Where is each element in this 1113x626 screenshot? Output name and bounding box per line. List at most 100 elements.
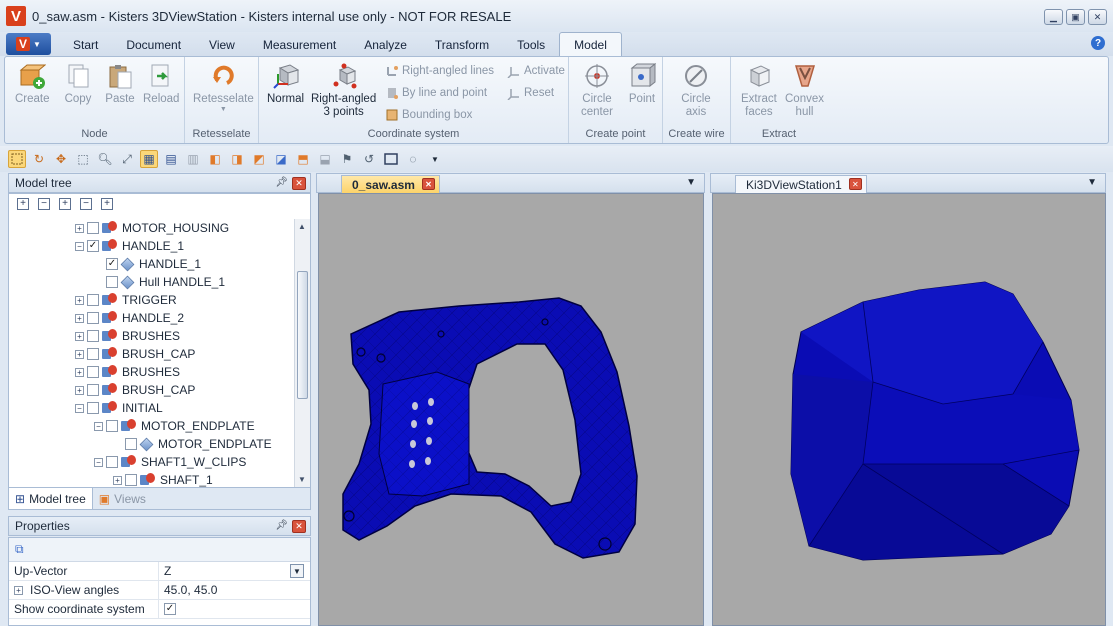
visibility-checkbox[interactable]: ✓ <box>87 240 99 252</box>
toolbar-more-icon[interactable]: ▼ <box>426 150 444 168</box>
property-row[interactable]: Show coordinate system ✓ <box>9 600 310 619</box>
pan-tool-icon[interactable]: ✥ <box>52 150 70 168</box>
expand-node-icon[interactable]: + <box>75 385 84 395</box>
visibility-checkbox[interactable] <box>106 420 118 432</box>
expand-icon[interactable]: + <box>14 585 23 595</box>
tab-model[interactable]: Model <box>559 32 622 56</box>
tree-node[interactable]: + SHAFT_1 <box>9 471 294 487</box>
expand-node-icon[interactable]: + <box>75 367 84 377</box>
viewport-tab-0-saw[interactable]: 0_saw.asm ✕ <box>341 175 440 193</box>
by-line-and-point-button[interactable]: By line and point <box>385 86 487 100</box>
minimize-button[interactable]: ▁ <box>1044 9 1063 25</box>
collapse-all-icon[interactable]: − <box>38 198 50 210</box>
bounding-box-button[interactable]: Bounding box <box>385 108 472 122</box>
expand-level-icon[interactable]: + <box>59 198 71 210</box>
tree-node[interactable]: − ✓ HANDLE_1 <box>9 237 294 255</box>
point-button[interactable]: Point <box>627 61 657 106</box>
visibility-checkbox[interactable] <box>87 402 99 414</box>
flag-icon[interactable]: ⚑ <box>338 150 356 168</box>
show-coordinate-system-checkbox[interactable]: ✓ <box>164 603 176 615</box>
circle-axis-button[interactable]: Circle axis <box>681 61 711 119</box>
select-tool-icon[interactable] <box>8 150 26 168</box>
right-angled-lines-button[interactable]: Right-angled lines <box>385 64 494 78</box>
select-faces-icon[interactable]: ▤ <box>162 150 180 168</box>
expand-node-icon[interactable]: + <box>75 313 84 323</box>
expand-selected-icon[interactable]: + <box>101 198 113 210</box>
tab-transform[interactable]: Transform <box>421 34 503 56</box>
retesselate-button[interactable]: Retesselate ▼ <box>193 61 254 113</box>
visibility-checkbox[interactable] <box>87 348 99 360</box>
tree-node[interactable]: − INITIAL <box>9 399 294 417</box>
properties-sort-icon[interactable]: ⧉ <box>15 542 24 557</box>
select-parts-icon[interactable]: ▦ <box>140 150 158 168</box>
right-angled-3-points-button[interactable]: Right-angled 3 points <box>311 61 376 119</box>
scrollbar-thumb[interactable] <box>297 271 308 399</box>
rotate-tool-icon[interactable]: ↻ <box>30 150 48 168</box>
close-panel-icon[interactable]: ✕ <box>292 177 306 190</box>
reset-button[interactable]: Reset <box>507 86 554 100</box>
close-button[interactable]: ✕ <box>1088 9 1107 25</box>
viewport-3d-left[interactable] <box>318 193 704 626</box>
tab-view[interactable]: View <box>195 34 249 56</box>
tab-list-dropdown-icon[interactable]: ▼ <box>1087 177 1097 188</box>
tree-node[interactable]: + BRUSH_CAP <box>9 345 294 363</box>
help-icon[interactable]: ? <box>1091 36 1105 50</box>
reload-button[interactable]: Reload <box>143 61 179 106</box>
pin-icon[interactable]: 📌︎ <box>275 177 288 188</box>
viewport-3d-right[interactable] <box>712 193 1106 626</box>
tree-node[interactable]: + BRUSHES <box>9 363 294 381</box>
dropdown-arrow-icon[interactable]: ▼ <box>290 564 304 578</box>
tree-node[interactable]: + BRUSH_CAP <box>9 381 294 399</box>
visibility-checkbox[interactable] <box>106 456 118 468</box>
extract-faces-button[interactable]: Extract faces <box>741 61 777 119</box>
paste-button[interactable]: Paste <box>105 61 135 106</box>
tab-model-tree[interactable]: ⊞ Model tree <box>9 488 93 509</box>
property-row[interactable]: Up-Vector Z ▼ <box>9 562 310 581</box>
expand-node-icon[interactable]: + <box>75 223 84 233</box>
circle-center-button[interactable]: Circle center <box>581 61 613 119</box>
app-icon[interactable]: V <box>6 6 26 26</box>
tree-node[interactable]: + MOTOR_HOUSING <box>9 219 294 237</box>
visibility-checkbox[interactable] <box>87 222 99 234</box>
close-tab-icon[interactable]: ✕ <box>421 178 435 190</box>
tab-document[interactable]: Document <box>112 34 195 56</box>
visibility-checkbox[interactable] <box>87 330 99 342</box>
expand-node-icon[interactable]: + <box>75 331 84 341</box>
activate-button[interactable]: Activate <box>507 64 565 78</box>
tree-scrollbar[interactable]: ▲ ▼ <box>294 219 310 487</box>
visibility-checkbox[interactable] <box>87 366 99 378</box>
property-row[interactable]: + ISO-View angles 45.0, 45.0 <box>9 581 310 600</box>
close-tab-icon[interactable]: ✕ <box>848 178 862 190</box>
maximize-button[interactable]: ▣ <box>1066 9 1085 25</box>
tree-node[interactable]: − MOTOR_ENDPLATE <box>9 417 294 435</box>
visibility-checkbox[interactable] <box>87 384 99 396</box>
view-top-icon[interactable]: ⬒ <box>294 150 312 168</box>
tree-node[interactable]: ✓ HANDLE_1 <box>9 255 294 273</box>
tree-node[interactable]: + HANDLE_2 <box>9 309 294 327</box>
view-back-icon[interactable]: ◨ <box>228 150 246 168</box>
tab-list-dropdown-icon[interactable]: ▼ <box>686 177 696 188</box>
collapse-node-icon[interactable]: − <box>94 421 103 431</box>
tab-measurement[interactable]: Measurement <box>249 34 350 56</box>
copy-button[interactable]: Copy <box>63 61 93 106</box>
fit-all-icon[interactable]: ⤢ <box>118 150 136 168</box>
tab-analyze[interactable]: Analyze <box>350 34 421 56</box>
close-panel-icon[interactable]: ✕ <box>292 520 306 533</box>
circle-arrow-icon[interactable]: ↺ <box>360 150 378 168</box>
create-button[interactable]: Create <box>15 61 50 106</box>
visibility-checkbox[interactable] <box>87 312 99 324</box>
view-right-icon[interactable]: ◪ <box>272 150 290 168</box>
pin-icon[interactable]: 📌︎ <box>275 520 288 531</box>
collapse-level-icon[interactable]: − <box>80 198 92 210</box>
viewport-tab-ki3dviewstation1[interactable]: Ki3DViewStation1 ✕ <box>735 175 867 193</box>
view-left-icon[interactable]: ◩ <box>250 150 268 168</box>
tab-start[interactable]: Start <box>59 34 112 56</box>
normal-button[interactable]: Normal <box>267 61 304 106</box>
zoom-window-icon[interactable]: ⬚ <box>74 150 92 168</box>
view-iso-icon[interactable]: ⬓ <box>316 150 334 168</box>
visibility-checkbox[interactable] <box>125 438 137 450</box>
collapse-node-icon[interactable]: − <box>75 241 84 251</box>
visibility-checkbox[interactable]: ✓ <box>106 258 118 270</box>
tab-tools[interactable]: Tools <box>503 34 559 56</box>
select-edges-icon[interactable]: ▥ <box>184 150 202 168</box>
